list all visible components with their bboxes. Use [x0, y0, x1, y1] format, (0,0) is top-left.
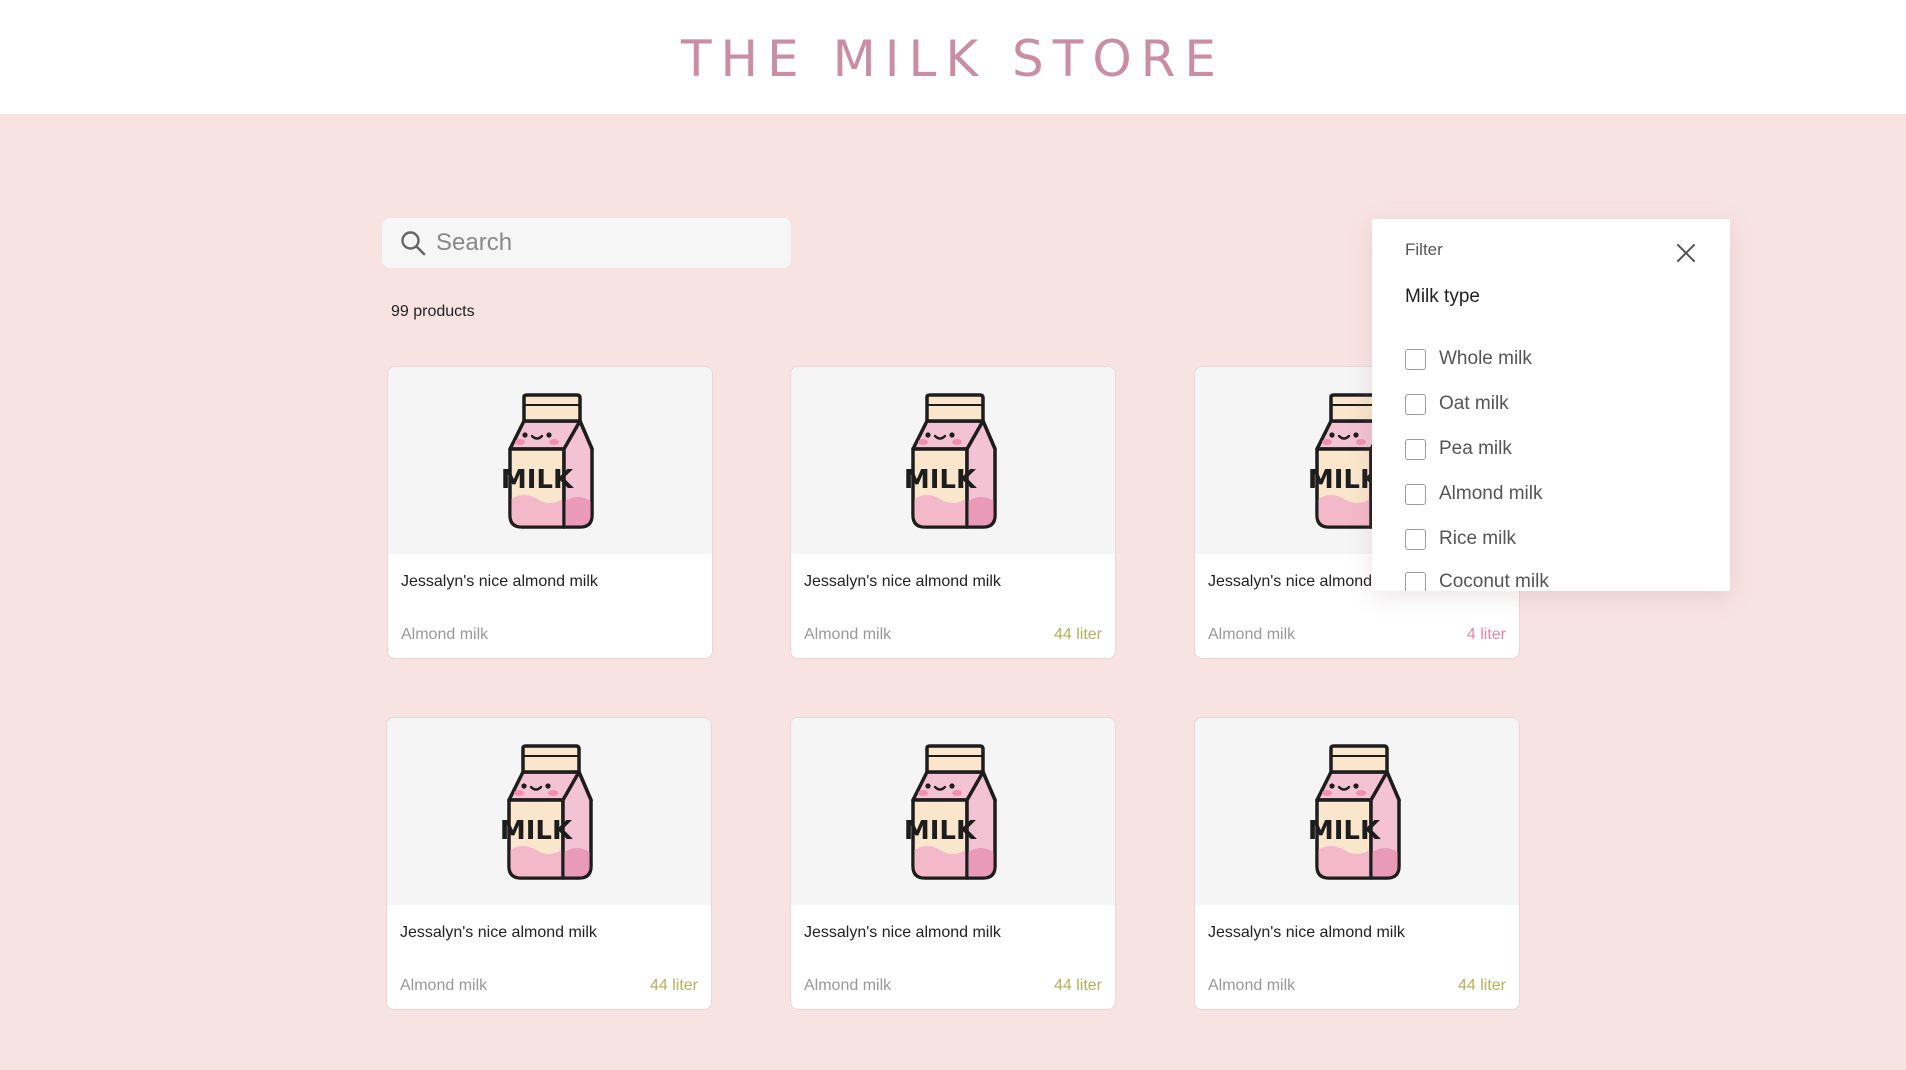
product-name: Jessalyn's nice almond milk	[401, 573, 598, 590]
checkbox[interactable]	[1405, 393, 1426, 415]
filter-option-whole-milk[interactable]: Whole milk	[1405, 348, 1532, 370]
search-input[interactable]	[436, 229, 776, 257]
product-image: MILK	[791, 718, 1115, 905]
svg-text:MILK: MILK	[1308, 465, 1381, 495]
product-card[interactable]: MILK Jessalyn's nice almond milk Almond …	[790, 366, 1116, 659]
filter-option-oat-milk[interactable]: Oat milk	[1405, 393, 1509, 415]
svg-text:MILK: MILK	[500, 816, 573, 846]
product-type: Almond milk	[1208, 626, 1296, 643]
milk-carton-icon: MILK	[501, 392, 594, 529]
product-type: Almond milk	[804, 626, 892, 643]
main-content: 99 products MILK Jessalyn's nice almond …	[0, 114, 1906, 1070]
product-volume: 44 liter	[1053, 977, 1102, 994]
milk-carton-icon: MILK	[904, 392, 997, 529]
product-type: Almond milk	[1208, 977, 1296, 994]
product-volume: 44 liter	[1053, 626, 1102, 643]
search-bar[interactable]	[382, 218, 791, 268]
checkbox[interactable]	[1405, 571, 1426, 591]
milk-carton-icon: MILK	[1308, 743, 1401, 880]
product-name: Jessalyn's nice almond milk	[400, 924, 597, 941]
milk-carton-icon: MILK	[904, 743, 997, 880]
filter-label: Filter	[1405, 240, 1443, 259]
product-name: Jessalyn's nice almond milk	[1208, 924, 1405, 941]
filter-option-label: Oat milk	[1439, 393, 1509, 414]
product-card[interactable]: MILK Jessalyn's nice almond milk Almond …	[790, 717, 1116, 1010]
svg-text:MILK: MILK	[501, 465, 574, 495]
checkbox[interactable]	[1405, 528, 1426, 550]
search-icon	[401, 231, 426, 256]
filter-option-rice-milk[interactable]: Rice milk	[1405, 528, 1516, 550]
product-image: MILK	[791, 367, 1115, 554]
filter-option-label: Rice milk	[1439, 528, 1517, 549]
product-card[interactable]: MILK Jessalyn's nice almond milk Almond …	[386, 717, 712, 1010]
filter-option-label: Coconut milk	[1439, 571, 1549, 591]
product-type: Almond milk	[401, 626, 489, 643]
checkbox[interactable]	[1405, 348, 1426, 370]
svg-text:MILK: MILK	[904, 465, 977, 495]
product-volume: 44 liter	[1457, 977, 1506, 994]
product-type: Almond milk	[400, 977, 488, 994]
filter-option-coconut-milk[interactable]: Coconut milk	[1405, 571, 1549, 591]
filter-panel: Filter Milk type Whole milk Oat milk Pea…	[1372, 219, 1730, 591]
store-logo-title[interactable]: THE MILK STORE	[681, 30, 1225, 88]
checkbox[interactable]	[1405, 438, 1426, 460]
filter-option-label: Almond milk	[1439, 483, 1543, 504]
product-name: Jessalyn's nice almond milk	[804, 924, 1001, 941]
product-volume: 4 liter	[1466, 626, 1506, 643]
product-count: 99 products	[391, 303, 475, 320]
milk-carton-icon: MILK	[500, 743, 593, 880]
product-type: Almond milk	[804, 977, 892, 994]
product-image: MILK	[387, 718, 711, 905]
product-volume: 44 liter	[649, 977, 698, 994]
checkbox[interactable]	[1405, 483, 1426, 505]
header: THE MILK STORE	[0, 0, 1906, 114]
product-image: MILK	[1195, 718, 1519, 905]
milk-type-heading: Milk type	[1405, 286, 1480, 307]
filter-option-almond-milk[interactable]: Almond milk	[1405, 483, 1542, 505]
filter-option-label: Whole milk	[1439, 348, 1532, 369]
product-card[interactable]: MILK Jessalyn's nice almond milk Almond …	[1194, 717, 1520, 1010]
product-image: MILK	[388, 367, 712, 554]
close-icon[interactable]	[1672, 239, 1700, 267]
product-name: Jessalyn's nice almond milk	[804, 573, 1001, 590]
svg-text:MILK: MILK	[1308, 816, 1381, 846]
svg-text:MILK: MILK	[904, 816, 977, 846]
filter-option-label: Pea milk	[1439, 438, 1512, 459]
filter-option-pea-milk[interactable]: Pea milk	[1405, 438, 1512, 460]
product-card[interactable]: MILK Jessalyn's nice almond milk Almond …	[387, 366, 713, 659]
